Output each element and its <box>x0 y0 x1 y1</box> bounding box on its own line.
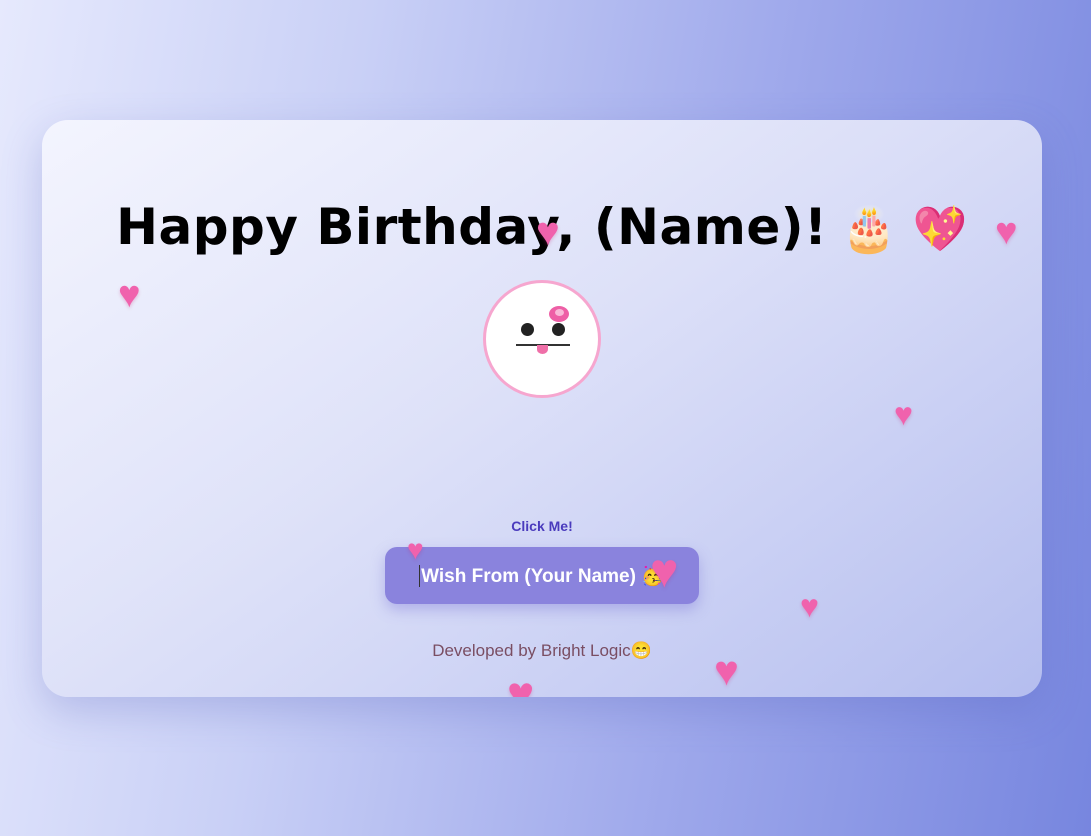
floating-heart-icon: ♥ <box>894 396 913 432</box>
bow-icon <box>549 306 569 322</box>
right-eye <box>552 323 565 336</box>
cartoon-face-avatar <box>483 280 601 398</box>
left-eye <box>521 323 534 336</box>
floating-heart-icon: ♥ <box>118 274 141 316</box>
title-text: Happy Birthday, (Name)! <box>116 198 828 256</box>
birthday-title: Happy Birthday, (Name)! 🎂 💖 <box>42 198 1042 256</box>
developer-credit: Developed by Bright Logic😁 <box>432 641 652 660</box>
wish-button-label: Wish From (Your Name) 🥳 <box>421 565 665 587</box>
wish-button[interactable]: Wish From (Your Name) 🥳 <box>385 547 699 604</box>
text-caret <box>419 564 421 587</box>
floating-heart-icon: ♥ <box>800 588 819 624</box>
click-me-label: Click Me! <box>511 518 573 534</box>
birthday-card: Happy Birthday, (Name)! 🎂 💖 Click Me! Wis… <box>42 120 1042 697</box>
tongue <box>537 345 548 354</box>
floating-heart-icon: ♥ <box>507 667 535 697</box>
cake-sparkle-heart-icon: 🎂 💖 <box>841 204 968 255</box>
